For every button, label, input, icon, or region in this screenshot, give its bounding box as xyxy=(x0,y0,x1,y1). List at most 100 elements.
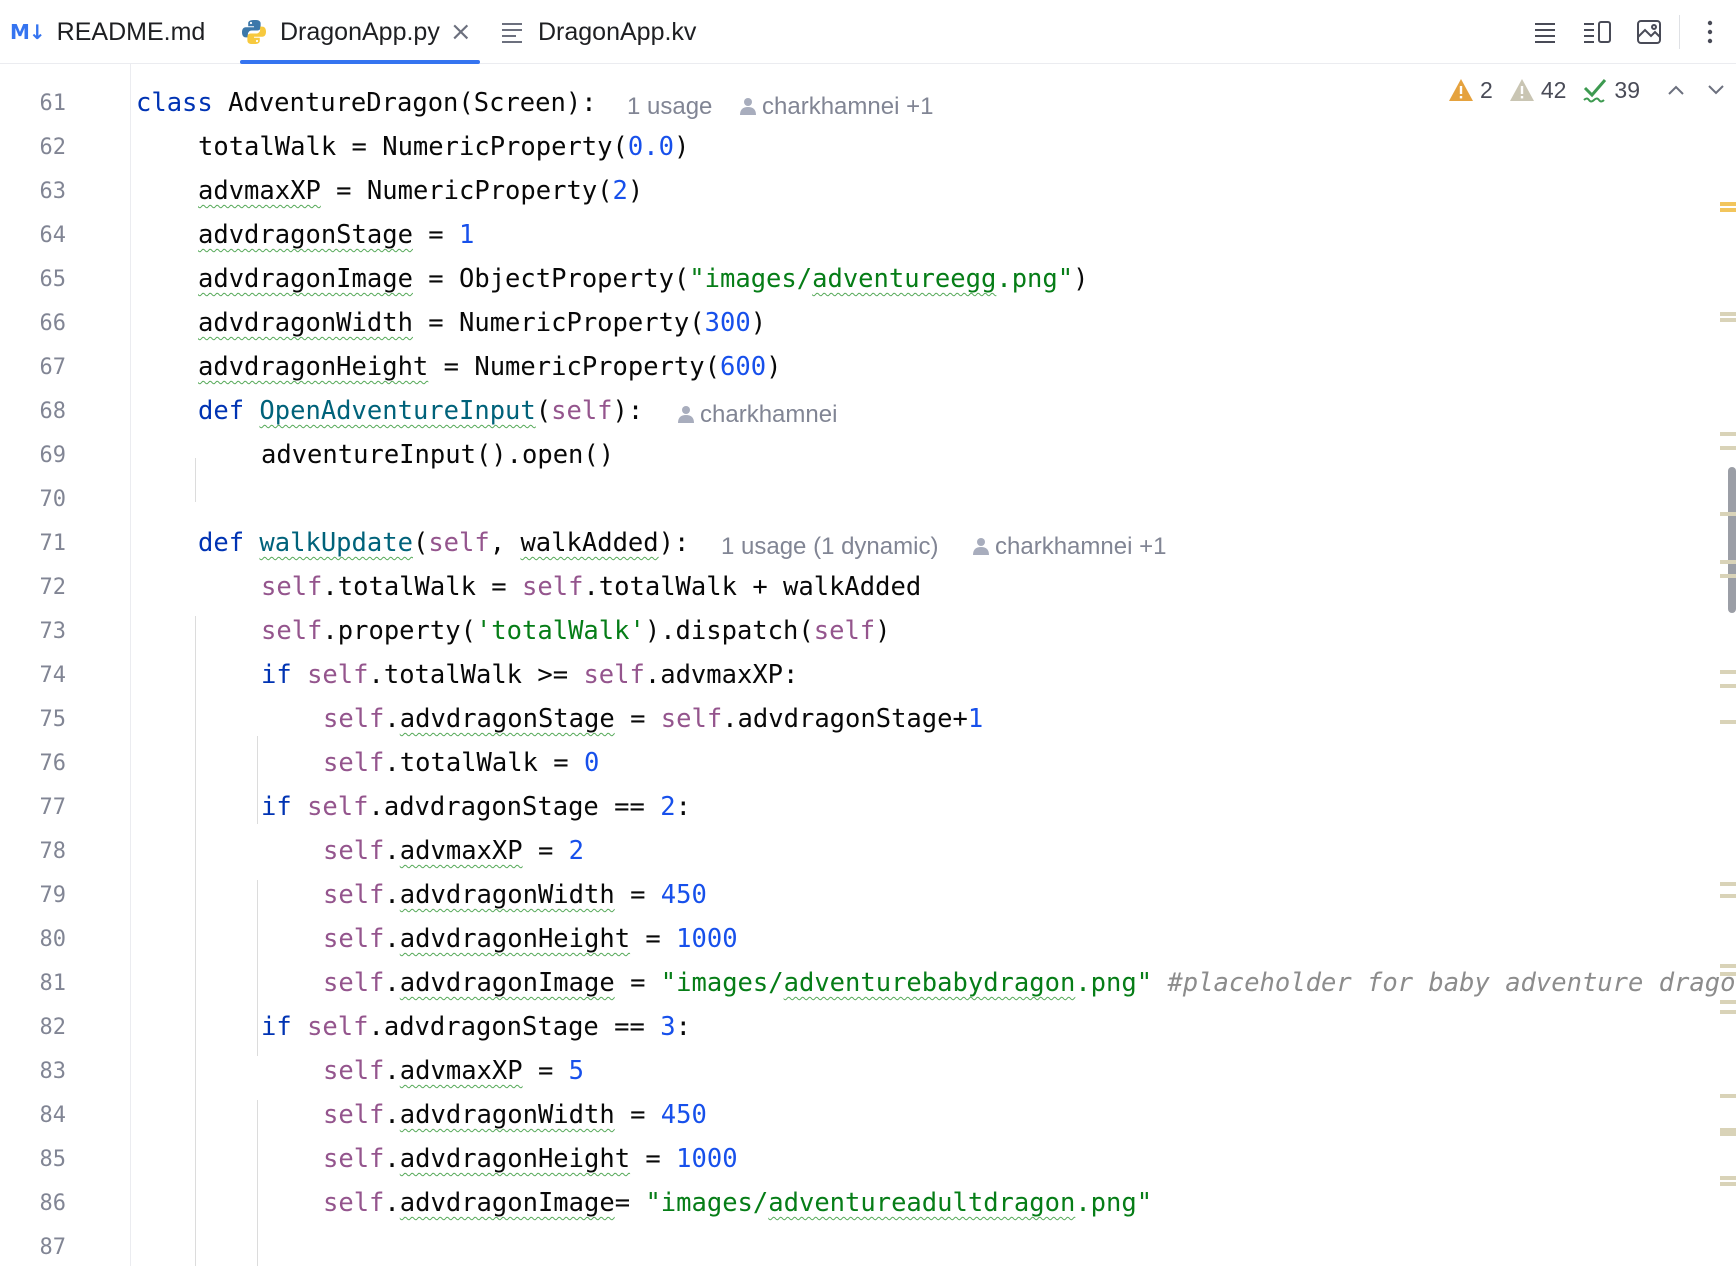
warning-marker[interactable] xyxy=(1720,1176,1736,1180)
warning-marker[interactable] xyxy=(1720,560,1736,564)
warning-marker[interactable] xyxy=(1720,208,1736,212)
person-icon xyxy=(678,402,694,430)
line-number: 79 xyxy=(39,883,67,908)
code-text: self.totalWalk = 0 xyxy=(323,748,600,778)
split-editor-icon[interactable] xyxy=(1571,0,1623,64)
code-line: 68 def OpenAdventureInput(self): charkha… xyxy=(0,392,1736,436)
code-editor[interactable]: 60 61 class AdventureDragon(Screen): 1 u… xyxy=(0,64,1736,1266)
usage-hint[interactable]: 1 usage (1 dynamic) xyxy=(721,533,938,561)
warning-marker[interactable] xyxy=(1720,312,1736,316)
warning-marker[interactable] xyxy=(1720,670,1736,674)
warning-triangle-icon xyxy=(1509,79,1534,101)
toolbar-divider xyxy=(1679,15,1680,49)
warning-marker[interactable] xyxy=(1720,894,1736,898)
warning-marker[interactable] xyxy=(1720,1000,1736,1004)
warning-marker[interactable] xyxy=(1720,1094,1736,1098)
text-file-icon xyxy=(500,20,526,44)
code-text: def OpenAdventureInput(self): xyxy=(198,396,644,426)
line-number: 78 xyxy=(39,839,67,864)
line-number: 83 xyxy=(39,1059,67,1084)
code-line: 74 if self.totalWalk >= self.advmaxXP: xyxy=(0,656,1736,700)
author-hint[interactable]: charkhamnei +1 xyxy=(973,533,1166,562)
line-number: 69 xyxy=(39,443,67,468)
warning-marker[interactable] xyxy=(1720,720,1736,724)
usage-hint[interactable]: 1 usage xyxy=(627,93,712,121)
code-line: 85 self.advdragonHeight = 1000 xyxy=(0,1140,1736,1184)
code-text: self.property('totalWalk').dispatch(self… xyxy=(261,616,891,646)
line-number: 64 xyxy=(39,223,67,248)
line-number: 72 xyxy=(39,575,67,600)
warning-marker[interactable] xyxy=(1720,882,1736,886)
warning-marker[interactable] xyxy=(1720,1128,1736,1136)
code-text: self.advdragonWidth = 450 xyxy=(323,880,707,910)
line-number: 87 xyxy=(39,1235,67,1260)
code-line: 77 if self.advdragonStage == 2: xyxy=(0,788,1736,832)
line-number: 73 xyxy=(39,619,67,644)
editor-tab-bar: M↓ README.md DragonApp.py × DragonApp.kv xyxy=(0,0,1736,64)
inspection-widget[interactable]: 2 42 39 xyxy=(1448,72,1736,108)
reader-mode-icon[interactable] xyxy=(1519,0,1571,64)
line-number: 76 xyxy=(39,751,67,776)
warning-marker[interactable] xyxy=(1720,1010,1736,1014)
error-triangle-icon xyxy=(1449,79,1474,101)
code-line: 65 advdragonImage = ObjectProperty("imag… xyxy=(0,260,1736,304)
code-text: adventureInput().open() xyxy=(261,440,615,470)
warning-marker[interactable] xyxy=(1720,964,1736,968)
warning-marker[interactable] xyxy=(1720,684,1736,688)
line-number: 86 xyxy=(39,1191,67,1216)
code-text: advdragonWidth = NumericProperty(300) xyxy=(198,308,767,338)
tab-readme[interactable]: M↓ README.md xyxy=(10,0,205,64)
line-number: 80 xyxy=(39,927,67,952)
warning-marker[interactable] xyxy=(1720,318,1736,322)
tab-label: DragonApp.kv xyxy=(538,17,697,46)
code-line: 79 self.advdragonWidth = 450 xyxy=(0,876,1736,920)
warning-marker[interactable] xyxy=(1720,446,1736,450)
code-line: 64 advdragonStage = 1 xyxy=(0,216,1736,260)
code-line: 72 self.totalWalk = self.totalWalk + wal… xyxy=(0,568,1736,612)
preview-icon[interactable] xyxy=(1623,0,1675,64)
warning-marker[interactable] xyxy=(1720,432,1736,436)
code-text: advmaxXP = NumericProperty(2) xyxy=(198,176,644,206)
code-text: self.advdragonStage = self.advdragonStag… xyxy=(323,704,984,734)
warning-marker[interactable] xyxy=(1720,202,1736,206)
line-number: 66 xyxy=(39,311,67,336)
line-number: 75 xyxy=(39,707,67,732)
tab-dragonapp-kv[interactable]: DragonApp.kv xyxy=(500,0,696,64)
code-text: self.advdragonHeight = 1000 xyxy=(323,1144,738,1174)
code-text: self.advmaxXP = 2 xyxy=(323,836,585,866)
vertical-scrollbar[interactable] xyxy=(1728,467,1736,613)
warning-marker[interactable] xyxy=(1720,574,1736,578)
person-icon xyxy=(740,94,756,122)
code-text: self.totalWalk = self.totalWalk + walkAd… xyxy=(261,572,922,602)
author-hint[interactable]: charkhamnei xyxy=(678,401,837,430)
code-text: def walkUpdate(self, walkAdded): xyxy=(198,528,690,558)
line-number: 65 xyxy=(39,267,67,292)
code-line: 86 self.advdragonImage= "images/adventur… xyxy=(0,1184,1736,1228)
warning-marker[interactable] xyxy=(1720,512,1736,516)
line-number: 82 xyxy=(39,1015,67,1040)
code-text: self.advmaxXP = 5 xyxy=(323,1056,585,1086)
chevron-up-icon[interactable] xyxy=(1656,84,1696,96)
line-number: 71 xyxy=(39,531,67,556)
line-number: 84 xyxy=(39,1103,67,1128)
code-text: advdragonImage = ObjectProperty("images/… xyxy=(198,264,1089,294)
close-icon[interactable]: × xyxy=(450,17,472,47)
line-number: 70 xyxy=(39,487,67,512)
warning-marker[interactable] xyxy=(1720,972,1736,976)
code-text: if self.advdragonStage == 3: xyxy=(261,1012,691,1042)
more-options-icon[interactable] xyxy=(1684,0,1736,64)
line-number: 74 xyxy=(39,663,67,688)
tab-label: README.md xyxy=(56,17,206,46)
code-text: advdragonStage = 1 xyxy=(198,220,475,250)
typo-count[interactable]: 39 xyxy=(1582,77,1640,104)
line-number: 60 xyxy=(0,64,67,66)
chevron-down-icon[interactable] xyxy=(1696,84,1736,96)
tab-dragonapp-py[interactable]: DragonApp.py × xyxy=(240,0,480,64)
error-count[interactable]: 2 xyxy=(1448,77,1493,104)
warning-marker[interactable] xyxy=(1720,1182,1736,1186)
warning-count[interactable]: 42 xyxy=(1509,77,1566,104)
person-icon xyxy=(973,534,989,562)
code-text: class AdventureDragon(Screen): xyxy=(136,88,597,118)
line-number: 67 xyxy=(39,355,67,380)
author-hint[interactable]: charkhamnei +1 xyxy=(740,93,933,122)
